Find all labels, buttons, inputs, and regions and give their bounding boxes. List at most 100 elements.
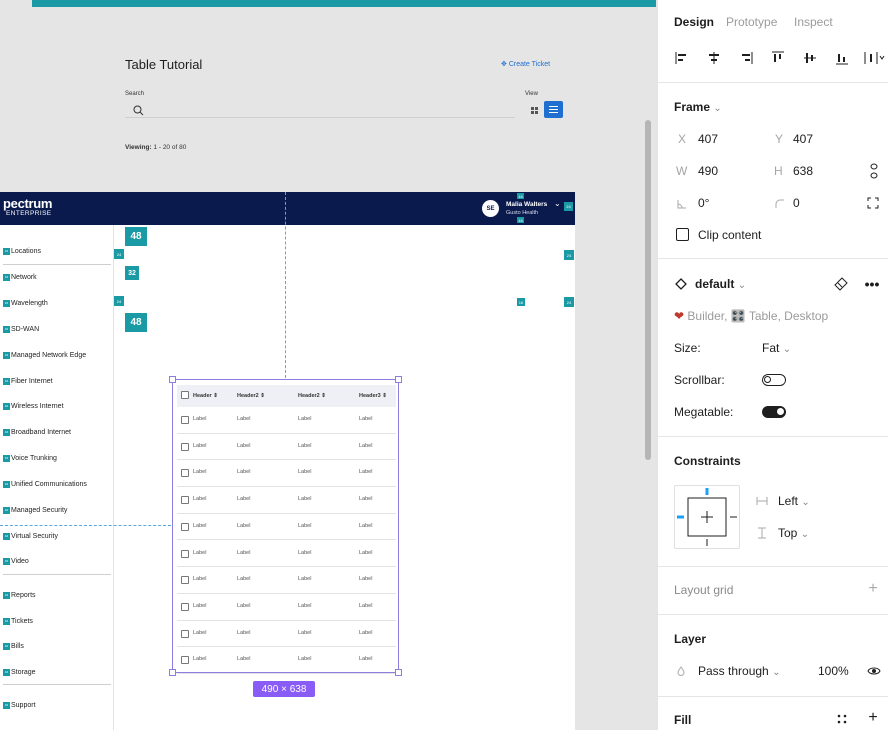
sidebar-item[interactable]: 16 Video bbox=[3, 555, 29, 567]
row-checkbox[interactable] bbox=[181, 656, 189, 665]
row-checkbox[interactable] bbox=[181, 549, 189, 558]
viewing-range: 1 - 20 of 80 bbox=[153, 144, 187, 151]
table-row[interactable]: Label Label Label Label bbox=[177, 594, 396, 621]
table-row[interactable]: Label Label Label Label bbox=[177, 407, 396, 434]
x-label: X bbox=[678, 132, 687, 146]
table-row[interactable]: Label Label Label Label bbox=[177, 541, 396, 568]
sidebar-item[interactable]: 16 Fiber Internet bbox=[3, 375, 53, 387]
sidebar-item[interactable]: 16 SD-WAN bbox=[3, 323, 39, 335]
design-canvas[interactable]: pectrum ENTERPRISE SE Malia Walters Gust… bbox=[0, 0, 657, 730]
table-row[interactable]: Label Label Label Label bbox=[177, 460, 396, 488]
styles-icon[interactable] bbox=[835, 712, 849, 726]
table-row[interactable]: Label Label Label Label bbox=[177, 567, 396, 594]
corner-radius-field[interactable]: 0 bbox=[793, 196, 800, 210]
more-options-icon[interactable]: ••• bbox=[863, 276, 881, 292]
table-row[interactable]: Label Label Label Label bbox=[177, 647, 396, 674]
table-row[interactable]: Label Label Label Label bbox=[177, 434, 396, 461]
independent-corners-icon[interactable] bbox=[866, 196, 880, 210]
scrollbar-toggle[interactable] bbox=[762, 374, 786, 386]
align-vertical-center-icon[interactable] bbox=[802, 50, 818, 66]
vertical-constraint-select[interactable]: Top ⌄ bbox=[778, 526, 809, 540]
tab-inspect[interactable]: Inspect bbox=[794, 15, 833, 29]
vertical-constraint-icon bbox=[756, 526, 768, 540]
column-header[interactable]: Header2 ⇕ bbox=[237, 393, 265, 399]
add-fill-icon[interactable]: + bbox=[866, 709, 880, 726]
y-field[interactable]: 407 bbox=[793, 132, 813, 146]
sidebar-item[interactable]: 16 Voice Trunking bbox=[3, 452, 57, 464]
sidebar-item[interactable]: 16 Virtual Security bbox=[3, 530, 58, 542]
sidebar-item[interactable]: 16 Wireless Internet bbox=[3, 400, 64, 412]
sidebar-item[interactable]: 16 Managed Security bbox=[3, 504, 67, 516]
table-row[interactable]: Label Label Label Label bbox=[177, 514, 396, 541]
distribute-spacing-icon[interactable] bbox=[863, 50, 887, 66]
constrain-proportions-icon[interactable] bbox=[867, 162, 881, 180]
row-checkbox[interactable] bbox=[181, 576, 189, 585]
column-header[interactable]: Header3 ⇕ bbox=[359, 393, 387, 399]
sidebar-item[interactable]: 16 Tickets bbox=[3, 615, 33, 627]
row-checkbox[interactable] bbox=[181, 469, 189, 478]
sidebar-item-label: Reports bbox=[11, 591, 36, 599]
row-checkbox[interactable] bbox=[181, 416, 189, 424]
sidebar-item[interactable]: 16 Reports bbox=[3, 589, 36, 601]
align-bottom-icon[interactable] bbox=[834, 50, 850, 66]
table-cell: Label bbox=[237, 416, 251, 422]
horizontal-constraint-select[interactable]: Left ⌄ bbox=[778, 494, 810, 508]
grid-view-icon[interactable] bbox=[527, 103, 541, 117]
column-header[interactable]: Header ⇕ bbox=[193, 393, 218, 399]
tab-prototype[interactable]: Prototype bbox=[726, 15, 777, 29]
spacer-marker-48: 48 bbox=[125, 227, 147, 246]
select-all-checkbox[interactable] bbox=[181, 391, 189, 399]
align-top-icon[interactable] bbox=[770, 50, 786, 66]
eye-icon[interactable] bbox=[866, 664, 882, 678]
row-checkbox[interactable] bbox=[181, 602, 189, 611]
sidebar-item[interactable]: 16 Support bbox=[3, 699, 36, 711]
create-ticket-link[interactable]: ✥ Create Ticket bbox=[501, 60, 550, 68]
height-field[interactable]: 638 bbox=[793, 164, 813, 178]
table-cell: Label bbox=[298, 602, 312, 609]
toggle-knob bbox=[764, 376, 771, 383]
align-horizontal-center-icon[interactable] bbox=[706, 50, 722, 66]
list-view-icon[interactable] bbox=[544, 101, 563, 118]
sidebar-item[interactable]: 16 Broadband Internet bbox=[3, 426, 71, 438]
x-field[interactable]: 407 bbox=[698, 132, 718, 146]
tab-design[interactable]: Design bbox=[674, 15, 714, 29]
add-layout-grid-icon[interactable]: + bbox=[866, 580, 880, 597]
rotation-field[interactable]: 0° bbox=[698, 196, 709, 210]
table-row[interactable]: Label Label Label Label bbox=[177, 487, 396, 514]
megatable-toggle[interactable] bbox=[762, 406, 786, 418]
chevron-down-icon: ⌄ bbox=[713, 103, 722, 114]
row-checkbox[interactable] bbox=[181, 522, 189, 531]
sidebar-item[interactable]: 16 Bills bbox=[3, 640, 24, 652]
component-name[interactable]: default ⌄ bbox=[695, 277, 746, 291]
search-label: Search bbox=[125, 91, 145, 97]
canvas-vertical-scrollbar[interactable] bbox=[645, 120, 651, 460]
selected-table-frame[interactable]: Header ⇕ Header2 ⇕ Header2 ⇕ Header3 ⇕ L… bbox=[169, 376, 402, 676]
frame-section-title[interactable]: Frame ⌄ bbox=[674, 100, 722, 114]
sidebar-item[interactable]: 16 Locations bbox=[3, 245, 41, 257]
row-checkbox[interactable] bbox=[181, 496, 189, 505]
sidebar-item[interactable]: 16 Network bbox=[3, 271, 37, 283]
go-to-main-component-icon[interactable] bbox=[833, 276, 849, 292]
table-row[interactable]: Label Label Label Label bbox=[177, 621, 396, 648]
resize-handle[interactable] bbox=[395, 669, 402, 676]
spacer-marker: 24 bbox=[114, 249, 124, 259]
opacity-field[interactable]: 100% bbox=[818, 664, 849, 678]
sidebar-item[interactable]: 16 Managed Network Edge bbox=[3, 349, 86, 361]
constraints-widget[interactable] bbox=[674, 485, 740, 549]
row-checkbox[interactable] bbox=[181, 629, 189, 638]
row-checkbox[interactable] bbox=[181, 442, 189, 451]
sidebar-item[interactable]: 16 Unified Communications bbox=[3, 478, 87, 490]
sidebar-item[interactable]: 16 Wavelength bbox=[3, 297, 48, 309]
align-right-icon[interactable] bbox=[738, 50, 754, 66]
clip-content-checkbox[interactable] bbox=[676, 228, 689, 241]
resize-handle[interactable] bbox=[169, 669, 176, 676]
blend-mode-select[interactable]: Pass through ⌄ bbox=[698, 664, 780, 678]
search-input[interactable] bbox=[125, 101, 515, 118]
sidebar-item[interactable]: 16 Storage bbox=[3, 666, 36, 678]
align-left-icon[interactable] bbox=[674, 50, 690, 66]
width-field[interactable]: 490 bbox=[698, 164, 718, 178]
size-select[interactable]: Fat ⌄ bbox=[762, 341, 791, 355]
resize-handle[interactable] bbox=[395, 376, 402, 383]
column-header[interactable]: Header2 ⇕ bbox=[298, 393, 326, 399]
resize-handle[interactable] bbox=[169, 376, 176, 383]
